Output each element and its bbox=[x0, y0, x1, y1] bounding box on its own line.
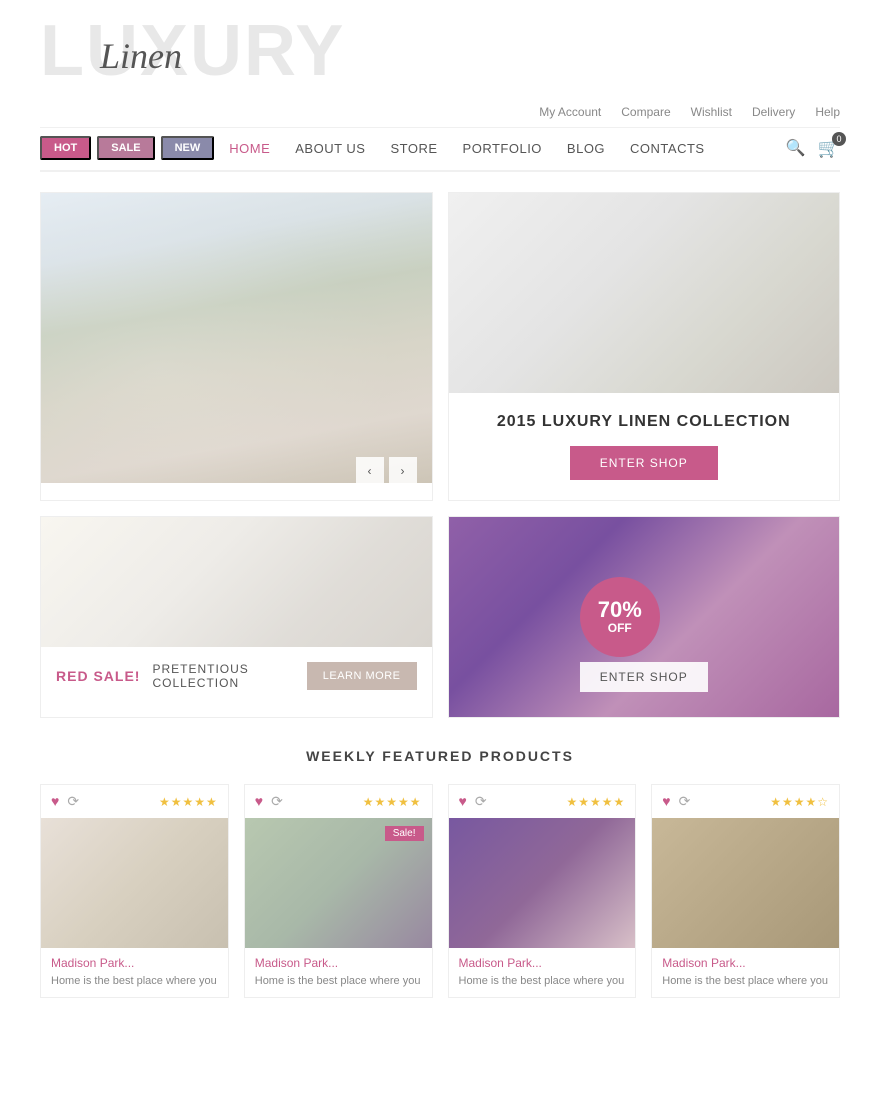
top-bar-help[interactable]: Help bbox=[815, 105, 840, 119]
product-img-wrap-1 bbox=[41, 818, 228, 948]
product-actions-2: ♥ ⟳ bbox=[255, 793, 283, 810]
logo-area: LUXURY Linen bbox=[40, 15, 840, 87]
promo-sale-image bbox=[41, 517, 432, 647]
product-name-1[interactable]: Madison Park... bbox=[51, 956, 218, 970]
wishlist-icon-2[interactable]: ♥ bbox=[255, 793, 263, 810]
nav-links: HOME ABOUT US STORE PORTFOLIO BLOG CONTA… bbox=[229, 141, 785, 156]
next-arrow[interactable]: › bbox=[389, 457, 417, 485]
share-icon-3[interactable]: ⟳ bbox=[475, 793, 487, 810]
product-img-wrap-2: Sale! bbox=[245, 818, 432, 948]
product-img-wrap-3 bbox=[449, 818, 636, 948]
wishlist-icon-4[interactable]: ♥ bbox=[662, 793, 670, 810]
nav-about-us[interactable]: ABOUT US bbox=[295, 141, 365, 156]
stars-3: ★★★★★ bbox=[566, 795, 625, 809]
top-bar-compare[interactable]: Compare bbox=[621, 105, 670, 119]
top-bar-my-account[interactable]: My Account bbox=[539, 105, 601, 119]
product-name-4[interactable]: Madison Park... bbox=[662, 956, 829, 970]
share-icon-1[interactable]: ⟳ bbox=[67, 793, 79, 810]
nav-home[interactable]: HOME bbox=[229, 141, 270, 156]
product-desc-2: Home is the best place where you bbox=[255, 974, 422, 989]
collection-info: 2015 LUXURY LINEN COLLECTION ENTER SHOP bbox=[449, 393, 840, 500]
product-image-1 bbox=[41, 818, 228, 948]
hero-slider: ‹ › bbox=[40, 192, 433, 501]
stars-1: ★★★★★ bbox=[159, 795, 218, 809]
hero-slider-image bbox=[41, 193, 432, 483]
prev-arrow[interactable]: ‹ bbox=[356, 457, 384, 485]
weekly-title: WEEKLY FEATURED PRODUCTS bbox=[40, 748, 840, 764]
product-info-3: Madison Park... Home is the best place w… bbox=[449, 948, 636, 997]
nav-icons: 🔍 🛒 0 bbox=[786, 138, 840, 159]
product-image-4 bbox=[652, 818, 839, 948]
nav-area: HOT SALE NEW HOME ABOUT US STORE PORTFOL… bbox=[40, 136, 840, 172]
hero-arrows: ‹ › bbox=[356, 457, 417, 485]
nav-badges: HOT SALE NEW bbox=[40, 136, 214, 160]
wishlist-icon-1[interactable]: ♥ bbox=[51, 793, 59, 810]
learn-more-button[interactable]: LEARN MORE bbox=[307, 662, 417, 690]
stars-2: ★★★★★ bbox=[363, 795, 422, 809]
red-sale-label: RED SALE! bbox=[56, 668, 140, 684]
cart-button[interactable]: 🛒 0 bbox=[818, 138, 840, 159]
product-desc-3: Home is the best place where you bbox=[459, 974, 626, 989]
product-name-3[interactable]: Madison Park... bbox=[459, 956, 626, 970]
promo-sale-banner: RED SALE! PRETENTIOUS COLLECTION LEARN M… bbox=[40, 516, 433, 718]
share-icon-2[interactable]: ⟳ bbox=[271, 793, 283, 810]
promo-desc: PRETENTIOUS COLLECTION bbox=[152, 662, 294, 690]
badge-new[interactable]: NEW bbox=[161, 136, 215, 160]
hero-grid: ‹ › 2015 LUXURY LINEN COLLECTION ENTER S… bbox=[40, 192, 840, 501]
product-info-1: Madison Park... Home is the best place w… bbox=[41, 948, 228, 997]
discount-off-text: OFF bbox=[608, 621, 632, 635]
wishlist-icon-3[interactable]: ♥ bbox=[459, 793, 467, 810]
stars-4: ★★★★☆ bbox=[770, 795, 829, 809]
product-actions-3: ♥ ⟳ bbox=[459, 793, 487, 810]
product-info-2: Madison Park... Home is the best place w… bbox=[245, 948, 432, 997]
discount-percent: 70% bbox=[598, 599, 642, 621]
main-content: ‹ › 2015 LUXURY LINEN COLLECTION ENTER S… bbox=[0, 172, 880, 1038]
products-grid: ♥ ⟳ ★★★★★ Madison Park... Home is the be… bbox=[40, 784, 840, 998]
nav-blog[interactable]: BLOG bbox=[567, 141, 605, 156]
product-top-1: ♥ ⟳ ★★★★★ bbox=[41, 785, 228, 818]
logo-script-text: Linen bbox=[100, 35, 182, 77]
hero-collection: 2015 LUXURY LINEN COLLECTION ENTER SHOP bbox=[448, 192, 841, 501]
product-image-3 bbox=[449, 818, 636, 948]
product-info-4: Madison Park... Home is the best place w… bbox=[652, 948, 839, 997]
product-top-4: ♥ ⟳ ★★★★☆ bbox=[652, 785, 839, 818]
weekly-featured: WEEKLY FEATURED PRODUCTS ♥ ⟳ ★★★★★ Madis… bbox=[40, 748, 840, 998]
badge-sale[interactable]: SALE bbox=[97, 136, 154, 160]
product-card-4: ♥ ⟳ ★★★★☆ Madison Park... Home is the be… bbox=[651, 784, 840, 998]
product-card-1: ♥ ⟳ ★★★★★ Madison Park... Home is the be… bbox=[40, 784, 229, 998]
top-bar-wishlist[interactable]: Wishlist bbox=[691, 105, 732, 119]
share-icon-4[interactable]: ⟳ bbox=[679, 793, 691, 810]
top-bar-delivery[interactable]: Delivery bbox=[752, 105, 795, 119]
nav-portfolio[interactable]: PORTFOLIO bbox=[463, 141, 542, 156]
product-actions-1: ♥ ⟳ bbox=[51, 793, 79, 810]
collection-image bbox=[449, 193, 840, 393]
product-img-wrap-4 bbox=[652, 818, 839, 948]
product-actions-4: ♥ ⟳ bbox=[662, 793, 690, 810]
nav-contacts[interactable]: CONTACTS bbox=[630, 141, 705, 156]
product-card-2: ♥ ⟳ ★★★★★ Sale! Madison Park... Home is … bbox=[244, 784, 433, 998]
nav-store[interactable]: STORE bbox=[390, 141, 437, 156]
product-desc-1: Home is the best place where you bbox=[51, 974, 218, 989]
cart-count: 0 bbox=[832, 132, 846, 146]
enter-shop-button[interactable]: ENTER SHOP bbox=[570, 446, 718, 480]
badge-hot[interactable]: HOT bbox=[40, 136, 91, 160]
top-bar: My Account Compare Wishlist Delivery Hel… bbox=[40, 97, 840, 128]
discount-badge: 70% OFF bbox=[580, 577, 660, 657]
search-icon[interactable]: 🔍 bbox=[786, 138, 806, 158]
product-top-2: ♥ ⟳ ★★★★★ bbox=[245, 785, 432, 818]
product-desc-4: Home is the best place where you bbox=[662, 974, 829, 989]
promo-discount-banner: 70% OFF ENTER SHOP bbox=[448, 516, 841, 718]
header: LUXURY Linen My Account Compare Wishlist… bbox=[0, 0, 880, 172]
product-name-2[interactable]: Madison Park... bbox=[255, 956, 422, 970]
promo-sale-content: RED SALE! PRETENTIOUS COLLECTION LEARN M… bbox=[41, 647, 432, 705]
promo-enter-shop-button[interactable]: ENTER SHOP bbox=[580, 662, 708, 692]
collection-title: 2015 LUXURY LINEN COLLECTION bbox=[497, 413, 791, 431]
promo-grid: RED SALE! PRETENTIOUS COLLECTION LEARN M… bbox=[40, 516, 840, 718]
logo-background-text: LUXURY bbox=[40, 11, 345, 91]
product-top-3: ♥ ⟳ ★★★★★ bbox=[449, 785, 636, 818]
product-card-3: ♥ ⟳ ★★★★★ Madison Park... Home is the be… bbox=[448, 784, 637, 998]
sale-badge-2: Sale! bbox=[385, 826, 424, 841]
